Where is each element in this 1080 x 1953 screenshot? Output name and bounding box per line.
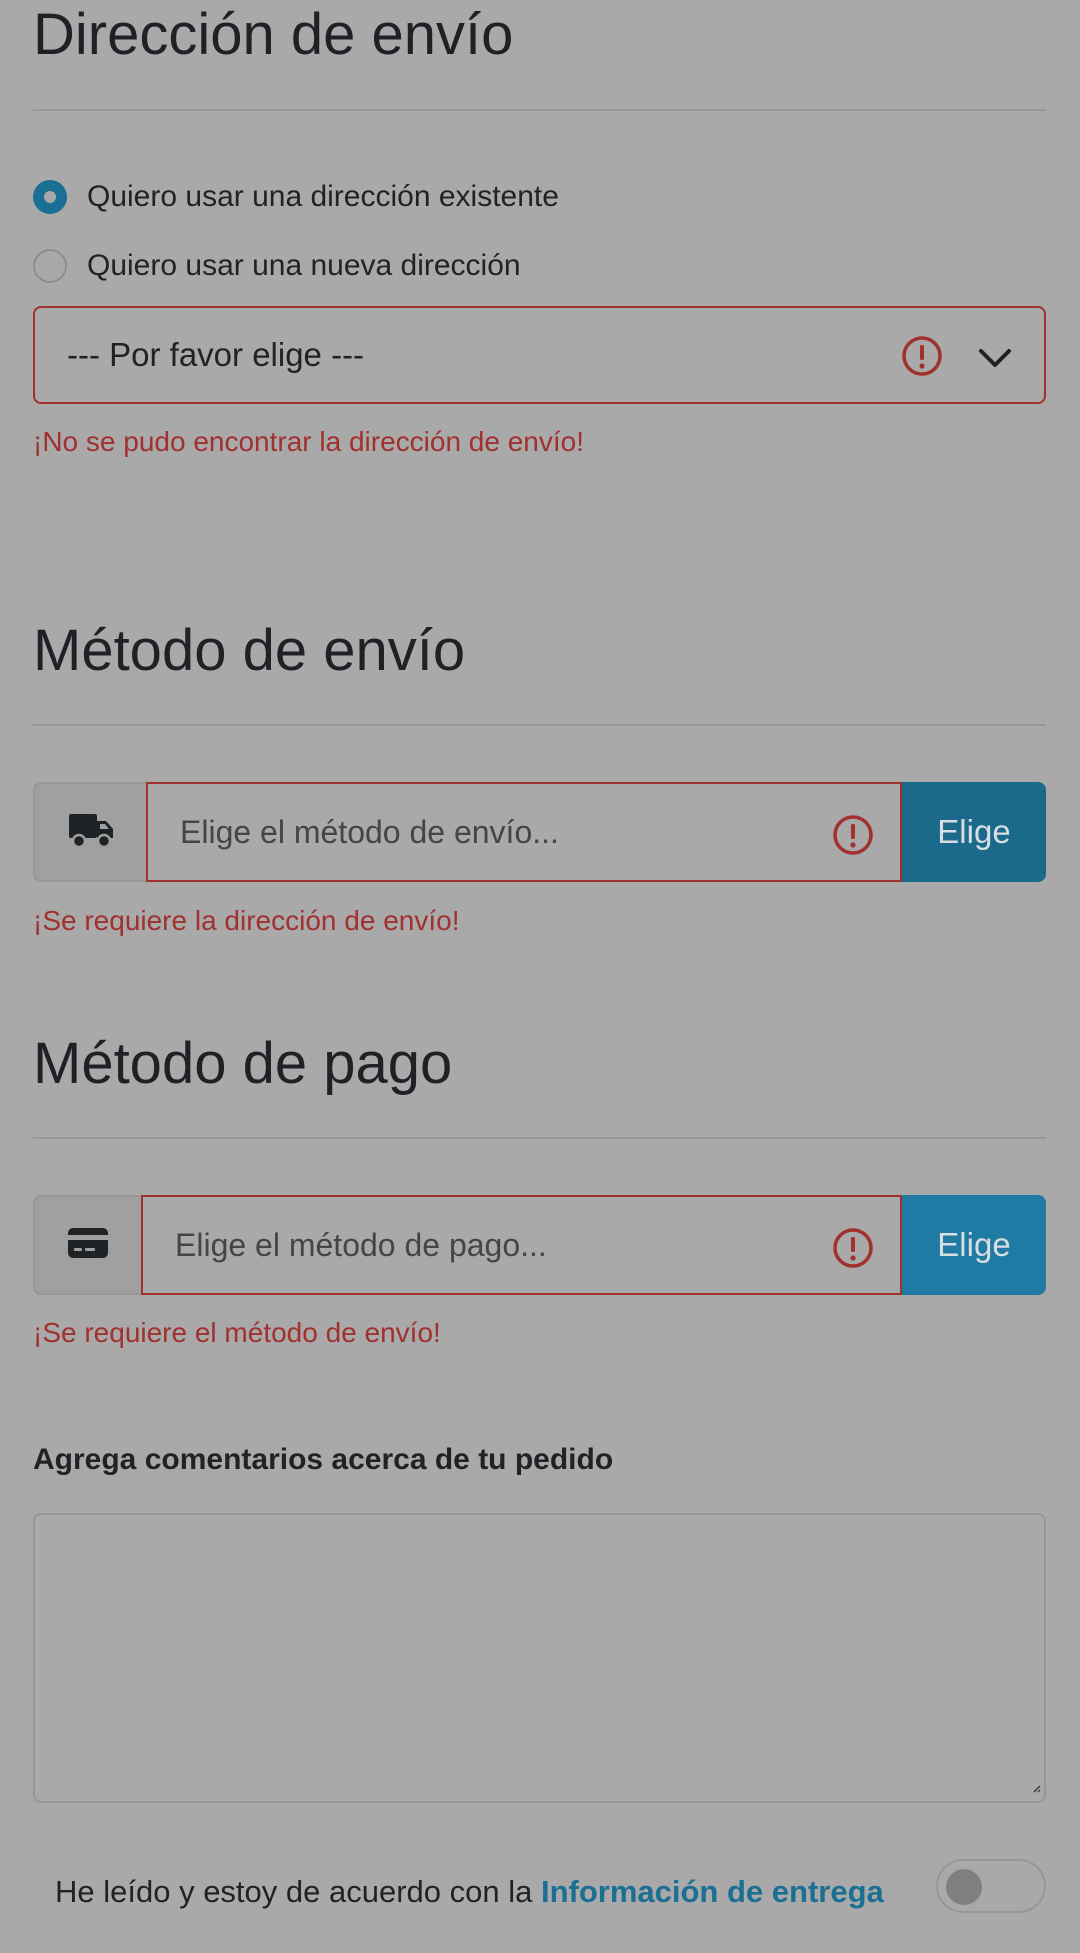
shipping-method-error: ¡Se requiere la dirección de envío! bbox=[33, 905, 460, 936]
shipping-method-group: Elige el método de envío... Elige bbox=[33, 782, 1046, 882]
chevron-down-icon bbox=[975, 338, 1015, 383]
credit-card-icon bbox=[67, 1227, 109, 1264]
shipping-address-error: ¡No se pudo encontrar la dirección de en… bbox=[33, 426, 584, 457]
agreement-sentence: He leído y estoy de acuerdo con la bbox=[55, 1874, 541, 1909]
payment-method-placeholder: Elige el método de pago... bbox=[175, 1226, 547, 1263]
radio-label: Quiero usar una nueva dirección bbox=[87, 249, 521, 282]
comments-textarea[interactable] bbox=[33, 1513, 1046, 1803]
toggle-knob bbox=[946, 1869, 982, 1905]
address-select[interactable]: --- Por favor elige --- bbox=[33, 306, 1046, 404]
payment-method-input[interactable]: Elige el método de pago... bbox=[141, 1195, 902, 1295]
divider bbox=[33, 109, 1046, 111]
radio-new-address[interactable]: Quiero usar una nueva dirección bbox=[33, 246, 521, 286]
error-alert-icon bbox=[832, 814, 874, 861]
radio-button-checked[interactable] bbox=[33, 180, 67, 214]
error-alert-icon bbox=[901, 335, 943, 382]
shipping-method-input[interactable]: Elige el método de envío... bbox=[146, 782, 902, 882]
divider bbox=[33, 724, 1046, 726]
comments-label: Agrega comentarios acerca de tu pedido bbox=[33, 1443, 614, 1476]
agreement-toggle[interactable] bbox=[936, 1859, 1046, 1913]
shipping-method-heading: Método de envío bbox=[33, 618, 466, 683]
payment-method-prepend bbox=[33, 1195, 141, 1295]
address-select-value: --- Por favor elige --- bbox=[67, 336, 365, 373]
delivery-info-link[interactable]: Información de entrega bbox=[541, 1874, 884, 1909]
shipping-method-choose-button[interactable]: Elige bbox=[902, 782, 1046, 882]
truck-icon bbox=[67, 810, 115, 855]
error-alert-icon bbox=[832, 1227, 874, 1274]
agreement-text: He leído y estoy de acuerdo con la Infor… bbox=[55, 1874, 884, 1910]
shipping-method-prepend bbox=[33, 782, 146, 882]
radio-label: Quiero usar una dirección existente bbox=[87, 180, 559, 213]
resize-handle-icon[interactable] bbox=[1031, 1780, 1041, 1798]
divider bbox=[33, 1137, 1046, 1139]
shipping-method-placeholder: Elige el método de envío... bbox=[180, 813, 559, 850]
shipping-address-heading: Dirección de envío bbox=[33, 2, 514, 67]
payment-method-error: ¡Se requiere el método de envío! bbox=[33, 1317, 441, 1348]
payment-method-group: Elige el método de pago... Elige bbox=[33, 1195, 1046, 1295]
checkout-page: Dirección de envío Quiero usar una direc… bbox=[0, 0, 1080, 1953]
payment-method-choose-button[interactable]: Elige bbox=[902, 1195, 1046, 1295]
radio-button-unchecked[interactable] bbox=[33, 249, 67, 283]
radio-existing-address[interactable]: Quiero usar una dirección existente bbox=[33, 177, 559, 217]
payment-method-heading: Método de pago bbox=[33, 1031, 453, 1096]
